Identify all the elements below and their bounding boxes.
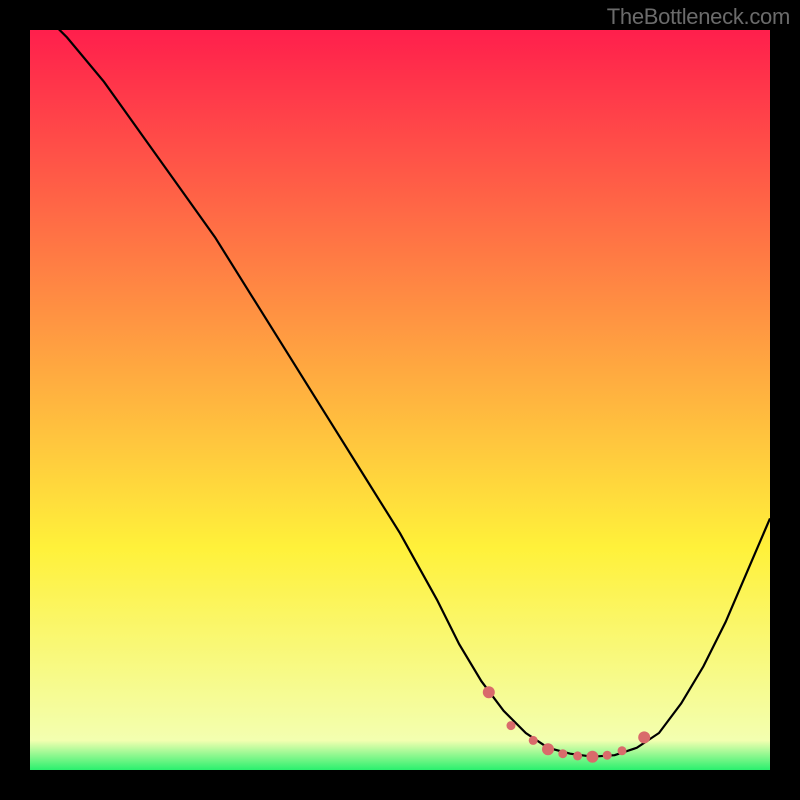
marker-point: [603, 751, 612, 760]
gradient-background: [30, 30, 770, 770]
marker-point: [638, 731, 650, 743]
marker-point: [542, 743, 554, 755]
marker-point: [618, 746, 627, 755]
chart-frame: TheBottleneck.com: [0, 0, 800, 800]
bottleneck-chart: [30, 30, 770, 770]
marker-point: [529, 736, 538, 745]
marker-point: [586, 751, 598, 763]
marker-point: [558, 749, 567, 758]
marker-point: [507, 721, 516, 730]
marker-point: [573, 751, 582, 760]
watermark-label: TheBottleneck.com: [607, 4, 790, 30]
marker-point: [483, 686, 495, 698]
